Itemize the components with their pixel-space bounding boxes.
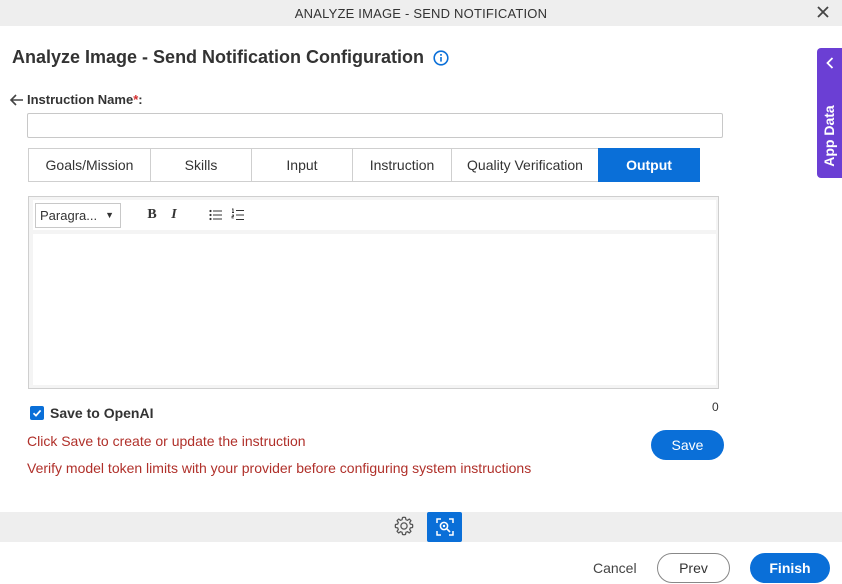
back-arrow-icon[interactable] xyxy=(9,93,25,107)
cancel-button[interactable]: Cancel xyxy=(593,560,637,576)
tab-goals-mission[interactable]: Goals/Mission xyxy=(28,148,150,182)
save-button[interactable]: Save xyxy=(651,430,724,460)
tab-instruction[interactable]: Instruction xyxy=(352,148,451,182)
app-data-label: App Data xyxy=(821,105,837,167)
tab-quality-verification[interactable]: Quality Verification xyxy=(451,148,598,182)
caret-down-icon: ▼ xyxy=(105,209,114,220)
page-title: Analyze Image - Send Notification Config… xyxy=(12,47,449,68)
prev-button[interactable]: Prev xyxy=(657,553,730,583)
bullet-list-button[interactable] xyxy=(205,204,227,226)
info-icon[interactable] xyxy=(433,49,449,66)
save-to-openai-checkbox[interactable] xyxy=(30,406,44,420)
instruction-name-label: Instruction Name*: xyxy=(27,92,143,107)
finish-button[interactable]: Finish xyxy=(750,553,830,583)
image-analyze-button[interactable] xyxy=(427,512,462,542)
chevron-left-icon xyxy=(826,57,834,69)
tab-label: Instruction xyxy=(369,157,435,173)
tab-label: Goals/Mission xyxy=(45,157,134,173)
window-title: ANALYZE IMAGE - SEND NOTIFICATION xyxy=(294,5,548,21)
bold-button[interactable]: B xyxy=(141,204,163,226)
character-count: 0 xyxy=(712,400,719,414)
italic-button[interactable]: I xyxy=(163,204,185,226)
save-hint-message: Click Save to create or update the instr… xyxy=(27,433,306,449)
editor-toolbar: Paragra... ▼ B I xyxy=(33,200,716,230)
tab-skills[interactable]: Skills xyxy=(150,148,251,182)
numbered-list-button[interactable] xyxy=(227,204,249,226)
tab-output[interactable]: Output xyxy=(598,148,700,182)
tab-label: Quality Verification xyxy=(467,157,583,173)
title-bar: ANALYZE IMAGE - SEND NOTIFICATION xyxy=(0,0,842,26)
label-colon: : xyxy=(138,92,143,107)
app-data-panel-toggle[interactable]: App Data xyxy=(817,48,842,178)
tab-input[interactable]: Input xyxy=(251,148,352,182)
token-warning-message: Verify model token limits with your prov… xyxy=(27,460,532,476)
bottom-tool-strip xyxy=(0,512,842,542)
tab-label: Output xyxy=(626,157,672,173)
image-analyze-icon xyxy=(435,518,454,536)
save-to-openai-row: Save to OpenAI xyxy=(30,405,153,421)
tab-label: Input xyxy=(286,157,318,173)
bullet-list-icon xyxy=(209,209,222,221)
page-title-text: Analyze Image - Send Notification Config… xyxy=(12,47,425,67)
instruction-name-label-text: Instruction Name xyxy=(27,92,134,107)
tab-label: Skills xyxy=(184,157,218,173)
numbered-list-icon xyxy=(231,208,244,221)
checkmark-icon xyxy=(32,409,42,417)
paragraph-format-select[interactable]: Paragra... ▼ xyxy=(35,202,121,228)
gear-icon[interactable] xyxy=(393,515,415,537)
editor-content-area[interactable] xyxy=(33,234,716,385)
paragraph-format-value: Paragra... xyxy=(40,207,98,223)
save-to-openai-label: Save to OpenAI xyxy=(50,405,154,421)
instruction-name-input[interactable] xyxy=(27,113,723,138)
close-icon[interactable] xyxy=(814,3,832,21)
instruction-tabs: Goals/Mission Skills Input Instruction Q… xyxy=(28,148,700,182)
rich-text-editor: Paragra... ▼ B I xyxy=(28,196,719,389)
